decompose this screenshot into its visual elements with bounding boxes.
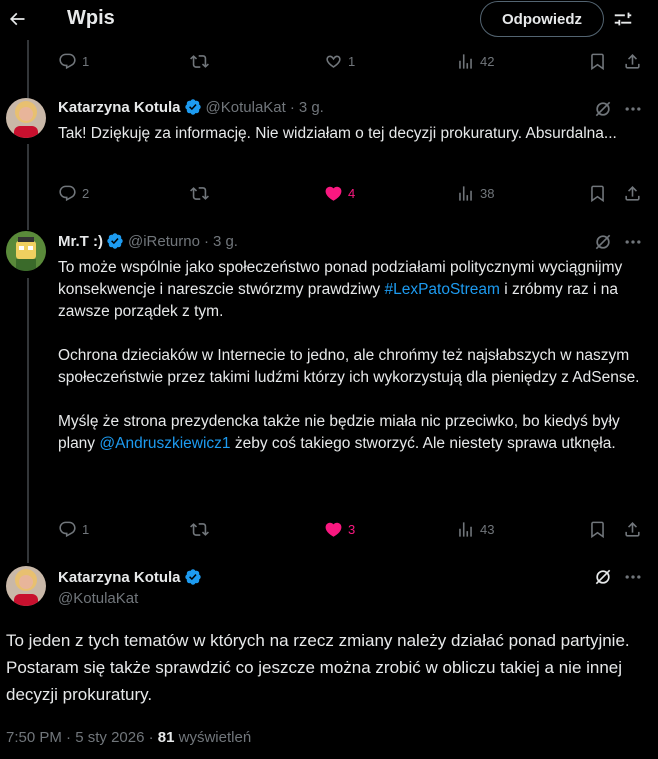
bookmark-action[interactable] <box>588 517 607 541</box>
back-arrow-icon[interactable] <box>6 8 28 30</box>
post-header: Mr.T :) @iReturno · 3 g. <box>58 232 238 250</box>
share-action[interactable] <box>623 49 642 73</box>
views-count: 81 <box>157 729 175 746</box>
post-paragraph: To może wspólnie jako społeczeństwo pona… <box>58 257 648 323</box>
retweet-icon <box>190 186 209 200</box>
grok-icon[interactable] <box>593 232 613 252</box>
grok-icon[interactable] <box>593 99 613 119</box>
views-chart-icon <box>459 521 472 537</box>
like-action[interactable]: 1 <box>324 49 355 73</box>
author-name[interactable]: Katarzyna Kotula <box>58 99 181 116</box>
top-post-actions: 1 1 42 <box>58 49 648 73</box>
post-paragraph: Ochrona dzieciaków w Internecie to jedno… <box>58 345 648 389</box>
author-name[interactable]: Mr.T :) <box>58 233 103 250</box>
author-handle[interactable]: @iReturno <box>128 233 200 250</box>
reply-action[interactable]: 1 <box>58 49 89 73</box>
views-chart-icon <box>459 185 472 201</box>
separator-dot: · <box>289 98 295 116</box>
post-text: To może wspólnie jako społeczeństwo pona… <box>58 257 648 455</box>
separator-dot: · <box>66 729 76 746</box>
more-options-icon[interactable] <box>623 567 643 587</box>
reply-action[interactable]: 2 <box>58 181 89 205</box>
retweet-action[interactable] <box>190 181 209 205</box>
more-options-icon[interactable] <box>623 232 643 252</box>
text-span: Ochrona dzieciaków w Internecie to jedno… <box>58 347 640 386</box>
reply-icon <box>59 53 76 69</box>
post-paragraph: Myślę że strona prezydencka także nie bę… <box>58 411 648 455</box>
bookmark-icon <box>591 185 604 202</box>
bookmark-icon <box>591 53 604 70</box>
like-count: 1 <box>348 53 356 69</box>
thread-line <box>27 40 29 100</box>
grok-icon[interactable] <box>593 567 613 587</box>
post-time[interactable]: 3 g. <box>213 233 238 250</box>
reply-button[interactable]: Odpowiedz <box>480 1 604 37</box>
post-actions: 1 3 43 <box>58 517 648 541</box>
thread-line <box>27 278 29 563</box>
author-handle[interactable]: @KotulaKat <box>206 99 286 116</box>
post-date[interactable]: 5 sty 2026 <box>75 729 144 746</box>
hashtag-link[interactable]: #LexPatoStream <box>384 281 499 298</box>
bookmark-action[interactable] <box>588 181 607 205</box>
thread-line <box>27 144 29 230</box>
text-span: żeby coś takiego stworzyć. Ale niestety … <box>230 435 616 452</box>
views-action[interactable]: 42 <box>456 49 494 73</box>
reply-action[interactable]: 1 <box>58 517 89 541</box>
reply-count: 1 <box>82 521 90 537</box>
heart-icon <box>326 55 341 68</box>
reply-icon <box>59 185 76 201</box>
share-action[interactable] <box>623 517 642 541</box>
post-text: Tak! Dziękuję za informację. Nie widział… <box>58 125 617 142</box>
settings-sliders-icon[interactable] <box>612 8 634 30</box>
share-icon <box>625 521 640 537</box>
avatar[interactable] <box>6 231 46 271</box>
heart-filled-icon <box>325 186 342 201</box>
like-action[interactable]: 3 <box>324 517 355 541</box>
main-post-header: Katarzyna Kotula <box>58 568 202 586</box>
like-action[interactable]: 4 <box>324 181 355 205</box>
post-header: Katarzyna Kotula @KotulaKat · 3 g. <box>58 98 324 116</box>
like-count: 4 <box>348 185 356 201</box>
share-icon <box>625 185 640 201</box>
page-title: Wpis <box>67 7 115 29</box>
like-count: 3 <box>348 521 356 537</box>
post-time[interactable]: 3 g. <box>299 99 324 116</box>
post-time[interactable]: 7:50 PM <box>6 729 62 746</box>
views-action[interactable]: 43 <box>456 517 494 541</box>
post-meta: 7:50 PM · 5 sty 2026 · 81 wyświetleń <box>6 729 251 746</box>
retweet-action[interactable] <box>190 517 209 541</box>
author-name[interactable]: Katarzyna Kotula <box>58 569 181 586</box>
views-count: 42 <box>480 53 495 69</box>
avatar[interactable] <box>6 98 46 138</box>
verified-badge-icon <box>184 99 201 115</box>
reply-icon <box>59 521 76 537</box>
bookmark-action[interactable] <box>588 49 607 73</box>
separator-dot: · <box>203 232 209 250</box>
views-count: 43 <box>480 521 495 537</box>
share-icon <box>625 53 640 69</box>
verified-badge-icon <box>184 569 201 585</box>
retweet-icon <box>190 522 209 536</box>
retweet-action[interactable] <box>190 49 209 73</box>
verified-badge-icon <box>107 233 123 249</box>
main-post-text: To jeden z tych tematów w których na rze… <box>6 631 630 704</box>
bookmark-icon <box>591 521 604 538</box>
views-count: 38 <box>480 185 495 201</box>
heart-filled-icon <box>325 522 342 537</box>
avatar[interactable] <box>6 566 46 606</box>
reply-count: 1 <box>82 53 90 69</box>
mention-link[interactable]: @Andruszkiewicz1 <box>99 435 230 452</box>
retweet-icon <box>190 54 209 68</box>
post-actions: 2 4 38 <box>58 181 648 205</box>
more-options-icon[interactable] <box>623 99 643 119</box>
separator-dot: · <box>148 729 158 746</box>
views-chart-icon <box>459 53 472 69</box>
author-handle[interactable]: @KotulaKat <box>58 590 138 607</box>
reply-count: 2 <box>82 185 90 201</box>
views-action[interactable]: 38 <box>456 181 494 205</box>
header: Wpis Odpowiedz <box>0 0 658 40</box>
views-label: wyświetleń <box>178 729 252 746</box>
share-action[interactable] <box>623 181 642 205</box>
